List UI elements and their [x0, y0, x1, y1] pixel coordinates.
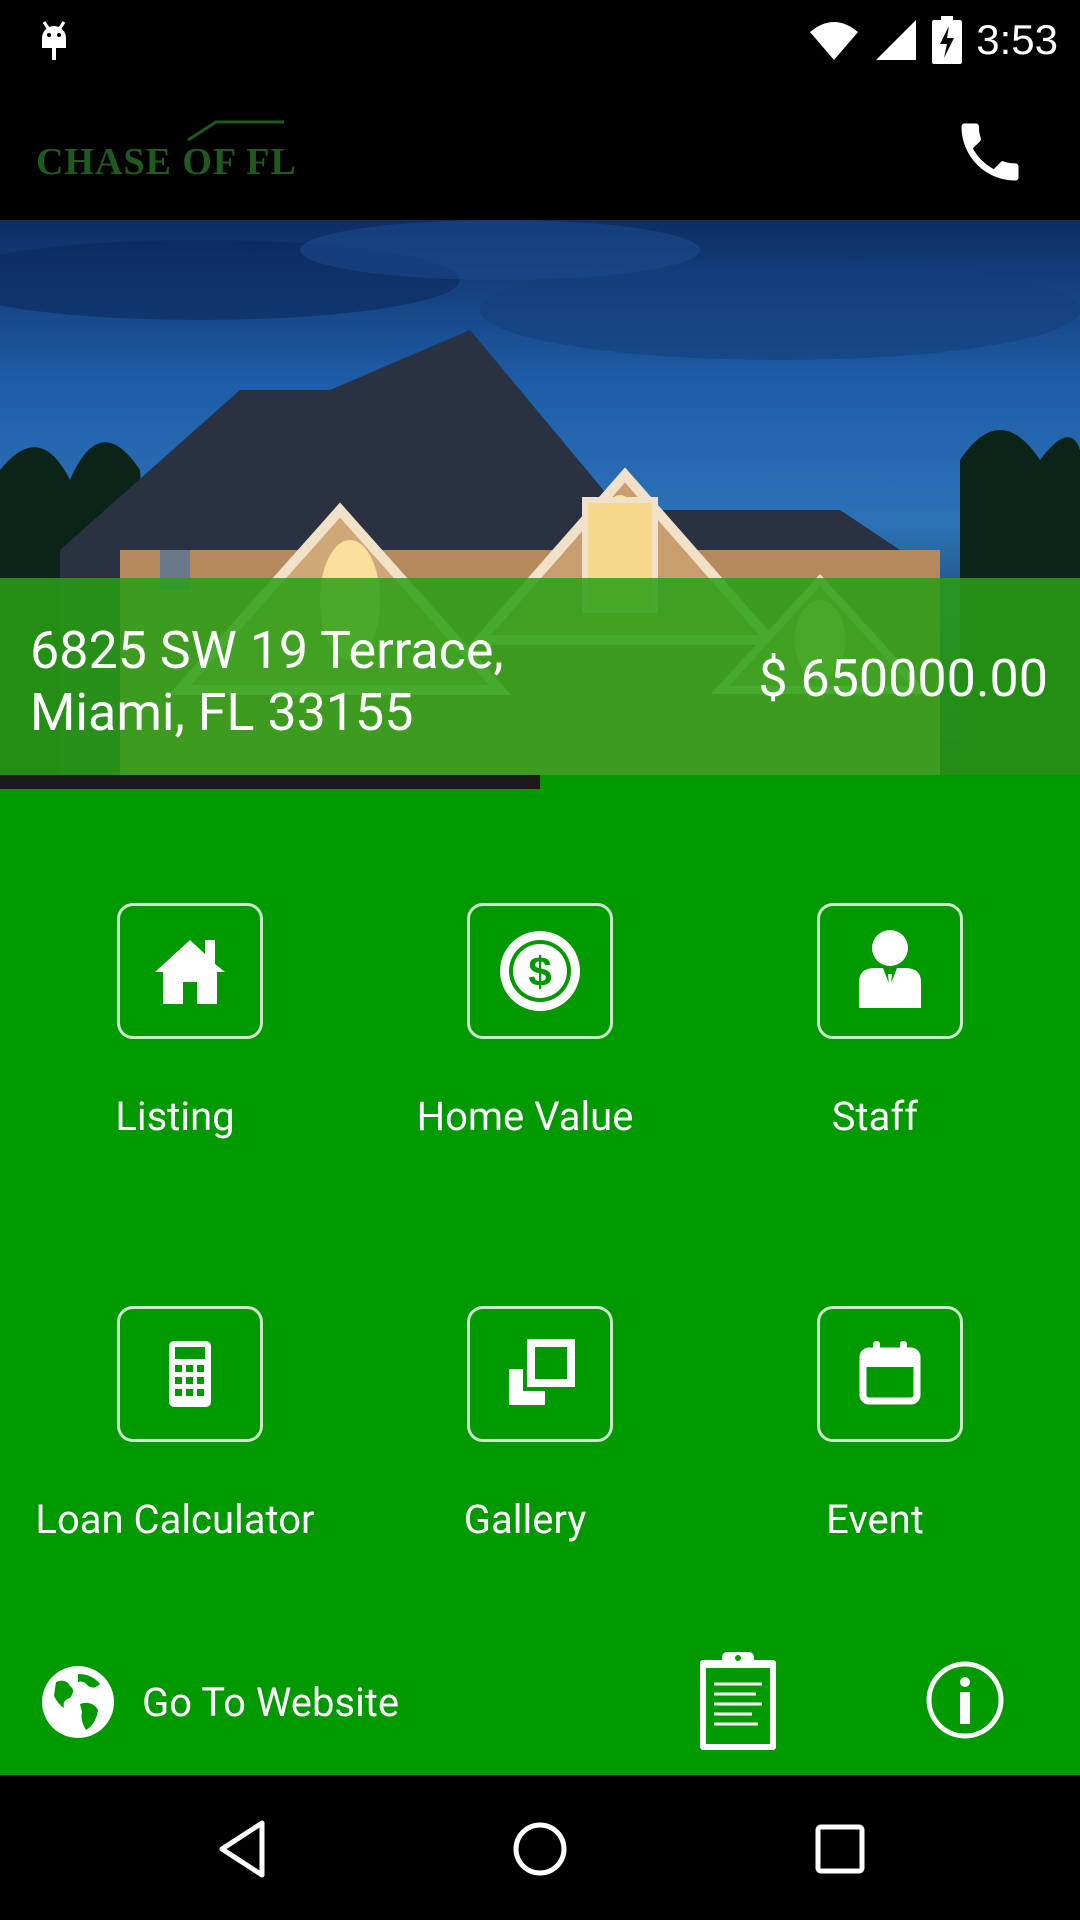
- hero-banner[interactable]: 6825 SW 19 Terrace, Miami, FL 33155 $ 65…: [0, 220, 1080, 775]
- brand-logo: CHASE OF FL: [36, 118, 296, 188]
- property-price: $ 650000.00: [758, 648, 1048, 709]
- tile-staff[interactable]: Staff: [700, 903, 1050, 1203]
- clipboard-icon[interactable]: [696, 1648, 780, 1752]
- status-icons: 3:53: [808, 12, 1058, 68]
- calculator-icon: [169, 1341, 211, 1407]
- app-bar: CHASE OF FL: [0, 80, 1080, 220]
- battery-charging-icon: [932, 16, 963, 64]
- tile-label: Event: [826, 1496, 924, 1543]
- staff-person-icon: [859, 930, 921, 1008]
- calendar-icon: [859, 1341, 921, 1405]
- status-bar: 3:53: [0, 0, 1080, 80]
- system-nav-bar: [0, 1775, 1080, 1920]
- go-to-website-label: Go To Website: [142, 1678, 400, 1726]
- slide-progress: [0, 775, 1080, 789]
- globe-icon: [42, 1666, 114, 1738]
- svg-text:$: $: [528, 948, 551, 995]
- tile-label: Home Value: [416, 1093, 634, 1140]
- tile-label: Staff: [831, 1093, 919, 1140]
- property-address: 6825 SW 19 Terrace, Miami, FL 33155: [30, 620, 504, 743]
- status-time: 3:53: [976, 16, 1058, 63]
- logo-text: CHASE OF FL: [36, 141, 297, 183]
- tile-label: Loan Calculator: [35, 1496, 315, 1543]
- recents-icon[interactable]: [808, 1817, 872, 1881]
- android-debug-icon: [42, 21, 66, 60]
- tile-box: [817, 903, 963, 1039]
- tile-label: Gallery: [463, 1496, 587, 1543]
- tile-home-value[interactable]: $ Home Value: [350, 903, 700, 1203]
- phone-icon[interactable]: [952, 114, 1028, 190]
- tile-box: $: [467, 903, 613, 1039]
- tile-gallery[interactable]: Gallery: [350, 1306, 700, 1606]
- back-icon[interactable]: [210, 1817, 274, 1881]
- wifi-icon: [810, 22, 859, 60]
- tile-listing[interactable]: Listing: [0, 903, 350, 1203]
- logo-roof-icon: [187, 120, 284, 142]
- go-to-website-button[interactable]: Go To Website: [40, 1662, 399, 1742]
- tile-box: [117, 1306, 263, 1442]
- home-circle-icon[interactable]: [508, 1817, 572, 1881]
- tile-box: [467, 1306, 613, 1442]
- tile-event[interactable]: Event: [700, 1306, 1050, 1606]
- slide-progress-fill: [0, 775, 540, 789]
- tile-loan-calculator[interactable]: Loan Calculator: [0, 1306, 350, 1606]
- tile-box: [117, 903, 263, 1039]
- home-icon: [155, 940, 225, 1004]
- tile-label: Listing: [115, 1093, 235, 1140]
- dollar-icon: $: [500, 931, 580, 1011]
- tile-box: [817, 1306, 963, 1442]
- gallery-icon: [509, 1339, 575, 1405]
- signal-icon: [876, 20, 917, 60]
- info-icon[interactable]: [925, 1660, 1005, 1740]
